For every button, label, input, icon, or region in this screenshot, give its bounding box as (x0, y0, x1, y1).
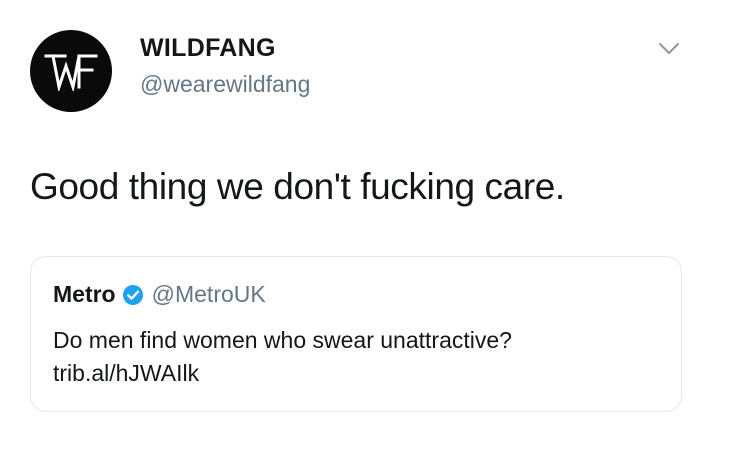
quoted-tweet-link[interactable]: trib.al/hJWAIlk (53, 357, 512, 390)
avatar[interactable] (30, 30, 112, 112)
author-handle[interactable]: @wearewildfang (140, 71, 310, 98)
quoted-author-name: Metro (53, 281, 116, 307)
quoted-tweet-card[interactable]: Metro @MetroUK Do men find women who swe… (30, 256, 682, 412)
quoted-tweet-body: Do men find women who swear unattractive… (53, 324, 512, 390)
quoted-tweet-header: Metro @MetroUK (53, 281, 266, 308)
tweet-text: Good thing we don't fucking care. (30, 166, 565, 207)
chevron-down-icon[interactable] (656, 38, 682, 60)
quoted-author-handle: @MetroUK (151, 281, 266, 307)
verified-badge-icon (122, 284, 144, 306)
wildfang-logo-icon (44, 54, 98, 91)
author-display-name[interactable]: WILDFANG (140, 34, 276, 63)
quoted-tweet-text: Do men find women who swear unattractive… (53, 327, 512, 353)
tweet: WILDFANG @wearewildfang Good thing we do… (0, 0, 732, 456)
